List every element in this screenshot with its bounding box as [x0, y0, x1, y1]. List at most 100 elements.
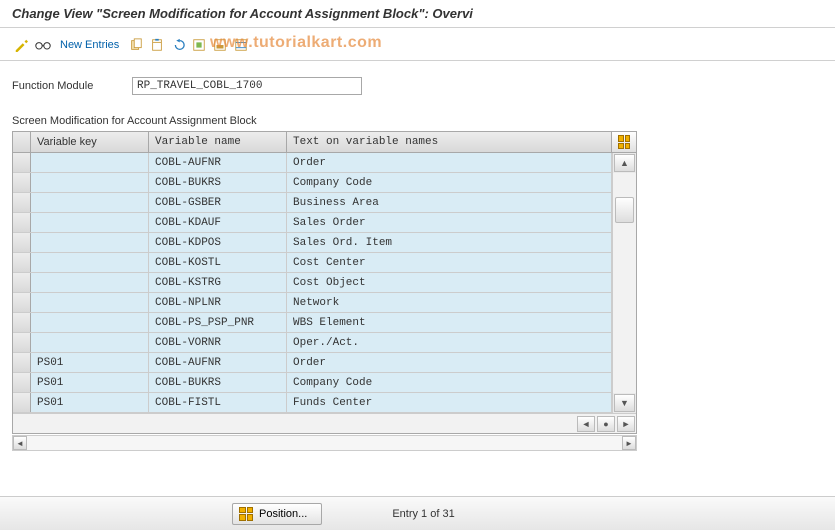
cell-variable-key[interactable] [31, 273, 149, 292]
display-toggle-icon[interactable] [34, 36, 52, 54]
table-row[interactable]: PS01COBL-AUFNROrder [13, 353, 612, 373]
cell-variable-key[interactable]: PS01 [31, 393, 149, 412]
toolbar: New Entries www.tutorialkart.com [0, 32, 835, 58]
row-selector[interactable] [13, 253, 31, 272]
table-row[interactable]: PS01COBL-BUKRSCompany Code [13, 373, 612, 393]
cell-text[interactable]: Funds Center [287, 393, 612, 412]
section-title: Screen Modification for Account Assignme… [0, 113, 835, 131]
function-module-label: Function Module [12, 80, 122, 92]
cell-variable-name[interactable]: COBL-FISTL [149, 393, 287, 412]
inner-scroll-left-icon[interactable]: ◄ [577, 416, 595, 432]
cell-variable-key[interactable] [31, 253, 149, 272]
row-selector[interactable] [13, 233, 31, 252]
cell-variable-name[interactable]: COBL-AUFNR [149, 353, 287, 372]
scroll-thumb[interactable] [615, 197, 634, 223]
row-selector[interactable] [13, 393, 31, 412]
cell-text[interactable]: Sales Ord. Item [287, 233, 612, 252]
table-row[interactable]: COBL-BUKRSCompany Code [13, 173, 612, 193]
row-selector[interactable] [13, 213, 31, 232]
cell-text[interactable]: Business Area [287, 193, 612, 212]
cell-variable-key[interactable] [31, 153, 149, 172]
cell-variable-name[interactable]: COBL-KDPOS [149, 233, 287, 252]
inner-scroll-handle[interactable]: ● [597, 416, 615, 432]
cell-text[interactable]: Order [287, 153, 612, 172]
cell-variable-name[interactable]: COBL-KDAUF [149, 213, 287, 232]
table-row[interactable]: COBL-NPLNRNetwork [13, 293, 612, 313]
cell-variable-name[interactable]: COBL-GSBER [149, 193, 287, 212]
table-body: COBL-AUFNROrderCOBL-BUKRSCompany CodeCOB… [13, 153, 636, 413]
deselect-all-icon[interactable] [232, 36, 250, 54]
undo-change-icon[interactable] [169, 36, 187, 54]
cell-variable-name[interactable]: COBL-KOSTL [149, 253, 287, 272]
cell-text[interactable]: WBS Element [287, 313, 612, 332]
col-variable-name[interactable]: Variable name [149, 132, 287, 152]
cell-variable-name[interactable]: COBL-AUFNR [149, 153, 287, 172]
cell-variable-key[interactable] [31, 233, 149, 252]
col-text[interactable]: Text on variable names [287, 132, 612, 152]
cell-variable-key[interactable]: PS01 [31, 373, 149, 392]
table-row[interactable]: COBL-VORNROper./Act. [13, 333, 612, 353]
cell-variable-name[interactable]: COBL-VORNR [149, 333, 287, 352]
scroll-track[interactable] [613, 173, 636, 393]
scroll-down-icon[interactable]: ▼ [614, 394, 635, 412]
cell-variable-key[interactable] [31, 313, 149, 332]
cell-text[interactable]: Company Code [287, 373, 612, 392]
row-selector[interactable] [13, 173, 31, 192]
select-block-icon[interactable] [211, 36, 229, 54]
cell-variable-name[interactable]: COBL-BUKRS [149, 173, 287, 192]
row-selector[interactable] [13, 153, 31, 172]
table-row[interactable]: COBL-KSTRGCost Object [13, 273, 612, 293]
table-row[interactable]: COBL-KDAUFSales Order [13, 213, 612, 233]
cell-variable-name[interactable]: COBL-BUKRS [149, 373, 287, 392]
inner-scroll-right-icon[interactable]: ► [617, 416, 635, 432]
table-options-button[interactable] [612, 132, 636, 152]
cell-text[interactable]: Cost Center [287, 253, 612, 272]
table-row[interactable]: PS01COBL-FISTLFunds Center [13, 393, 612, 413]
cell-text[interactable]: Network [287, 293, 612, 312]
cell-variable-name[interactable]: COBL-NPLNR [149, 293, 287, 312]
function-module-input[interactable] [132, 77, 362, 95]
new-entries-button[interactable]: New Entries [56, 39, 123, 51]
other-view-icon[interactable] [12, 36, 30, 54]
cell-text[interactable]: Oper./Act. [287, 333, 612, 352]
table-row[interactable]: COBL-KDPOSSales Ord. Item [13, 233, 612, 253]
table-options-icon [618, 135, 630, 149]
row-selector[interactable] [13, 353, 31, 372]
cell-variable-key[interactable] [31, 333, 149, 352]
delete-icon[interactable] [148, 36, 166, 54]
cell-variable-name[interactable]: COBL-KSTRG [149, 273, 287, 292]
select-all-icon[interactable] [190, 36, 208, 54]
cell-text[interactable]: Sales Order [287, 213, 612, 232]
outer-scroll-right-icon[interactable]: ► [622, 436, 636, 450]
position-button[interactable]: Position... [232, 503, 322, 525]
row-selector[interactable] [13, 313, 31, 332]
position-icon [239, 507, 253, 521]
row-selector[interactable] [13, 373, 31, 392]
col-variable-key[interactable]: Variable key [31, 132, 149, 152]
cell-variable-key[interactable] [31, 213, 149, 232]
row-selector[interactable] [13, 333, 31, 352]
row-selector[interactable] [13, 293, 31, 312]
col-selector[interactable] [13, 132, 31, 152]
cell-variable-key[interactable]: PS01 [31, 353, 149, 372]
cell-variable-key[interactable] [31, 193, 149, 212]
copy-as-icon[interactable] [127, 36, 145, 54]
table-row[interactable]: COBL-KOSTLCost Center [13, 253, 612, 273]
cell-text[interactable]: Order [287, 353, 612, 372]
cell-text[interactable]: Company Code [287, 173, 612, 192]
vertical-scrollbar[interactable]: ▲ ▼ [612, 153, 636, 413]
outer-horizontal-scrollbar[interactable]: ◄ ► [12, 435, 637, 451]
scroll-up-icon[interactable]: ▲ [614, 154, 635, 172]
table-row[interactable]: COBL-AUFNROrder [13, 153, 612, 173]
cell-variable-name[interactable]: COBL-PS_PSP_PNR [149, 313, 287, 332]
cell-variable-key[interactable] [31, 293, 149, 312]
row-selector[interactable] [13, 193, 31, 212]
cell-variable-key[interactable] [31, 173, 149, 192]
table-row[interactable]: COBL-PS_PSP_PNRWBS Element [13, 313, 612, 333]
table-row[interactable]: COBL-GSBERBusiness Area [13, 193, 612, 213]
cell-text[interactable]: Cost Object [287, 273, 612, 292]
inner-horizontal-scroll[interactable]: ◄ ● ► [13, 413, 636, 433]
outer-scroll-left-icon[interactable]: ◄ [13, 436, 27, 450]
row-selector[interactable] [13, 273, 31, 292]
outer-scroll-track[interactable] [27, 436, 622, 450]
